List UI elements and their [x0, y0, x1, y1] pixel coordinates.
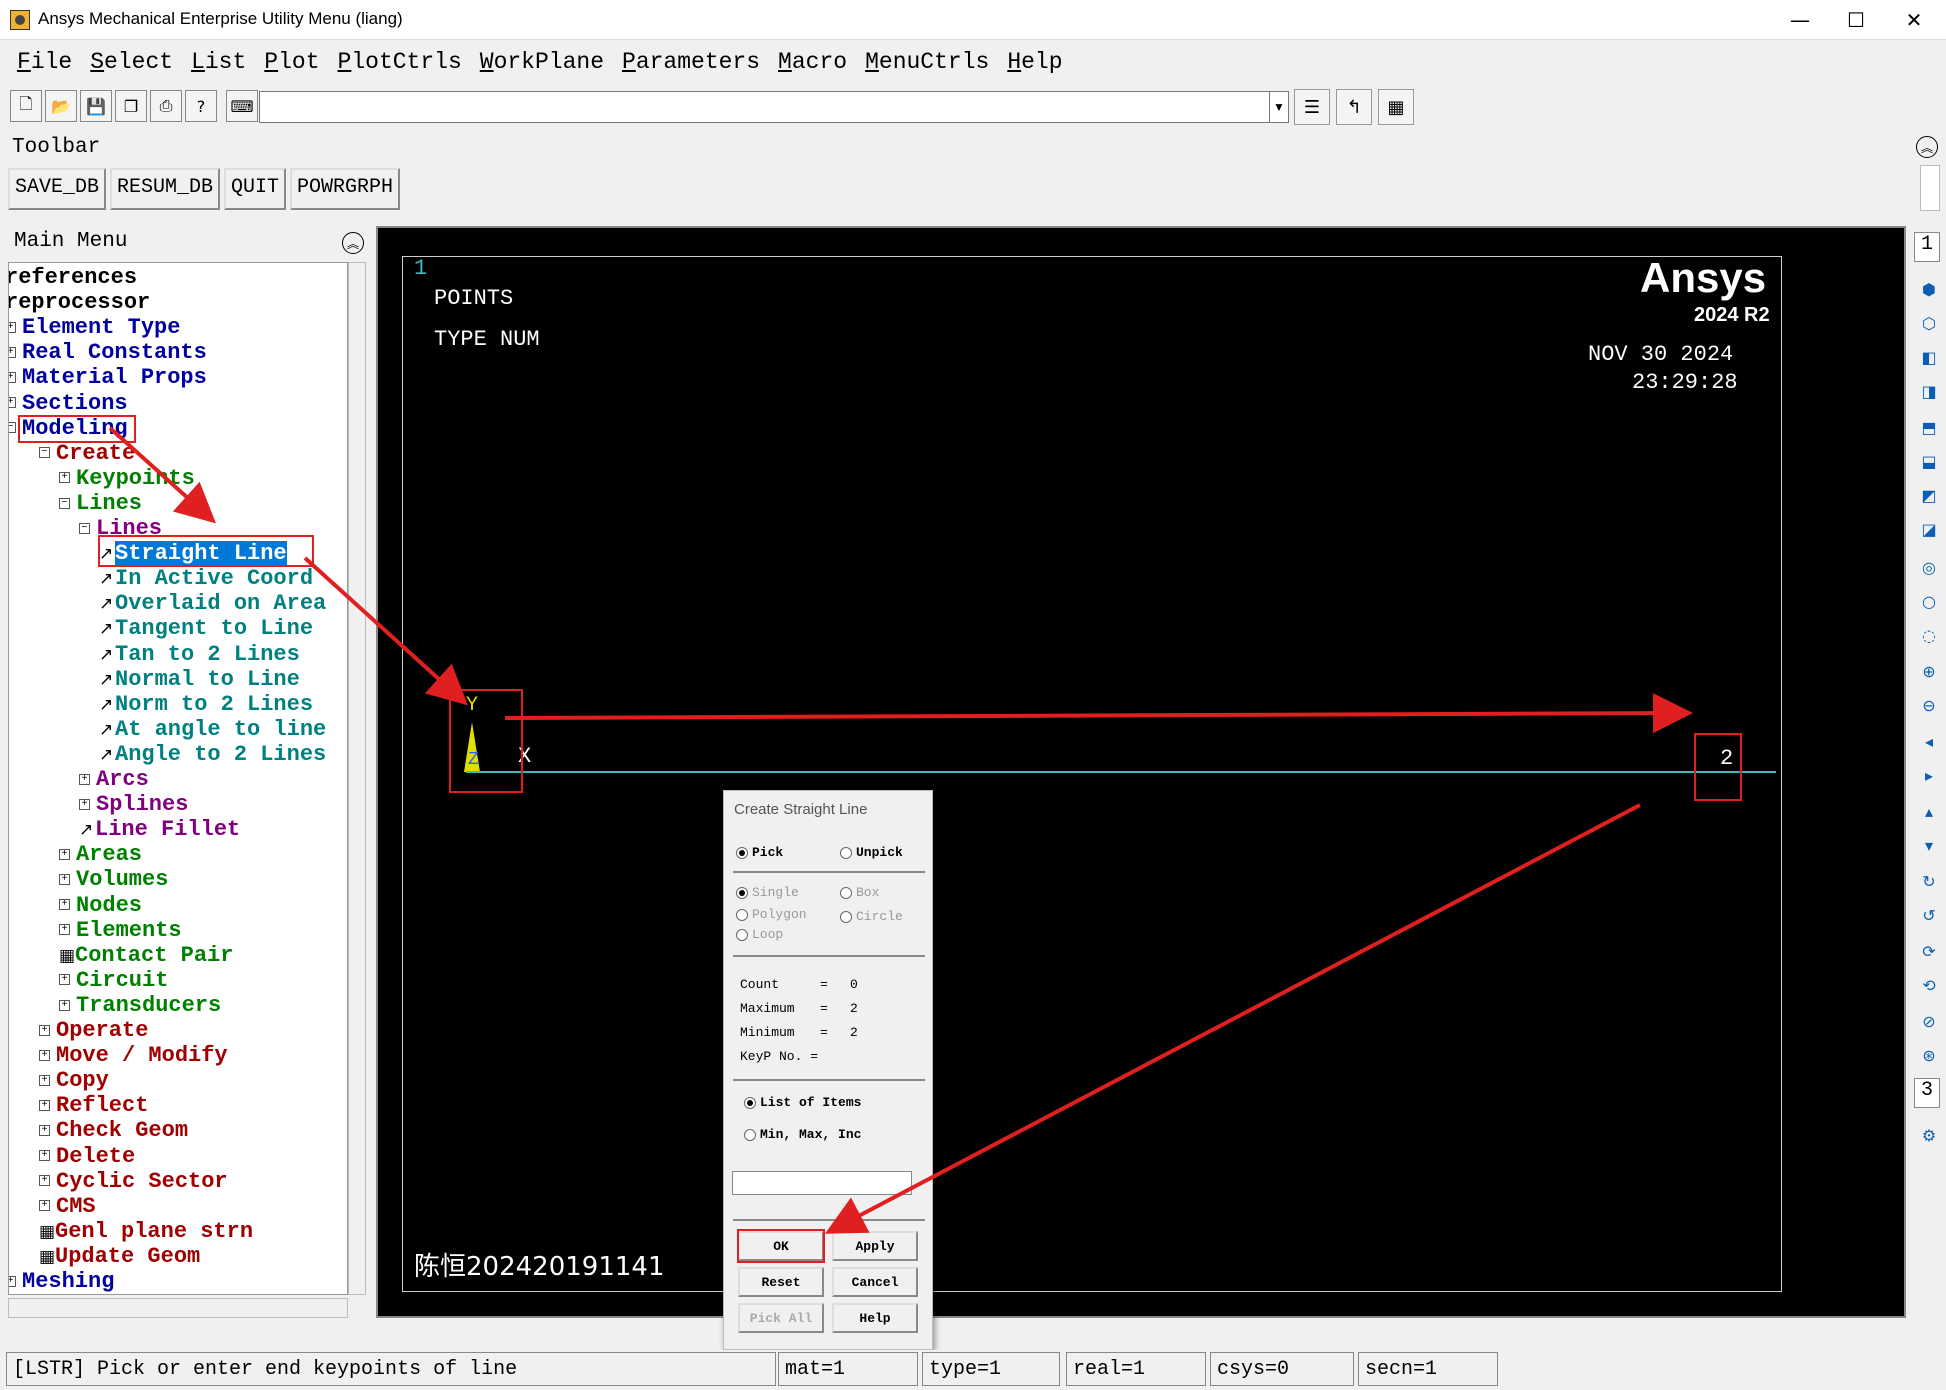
annotation-arrows [108, 426, 1693, 1234]
arrow-keypoint-2-to-ok [824, 803, 1641, 1234]
arrow-modeling-to-straight-line [108, 426, 216, 524]
arrow-straight-line-to-keypoint-1 [303, 556, 468, 706]
arrow-keypoint-1-to-keypoint-2 [504, 693, 1693, 734]
